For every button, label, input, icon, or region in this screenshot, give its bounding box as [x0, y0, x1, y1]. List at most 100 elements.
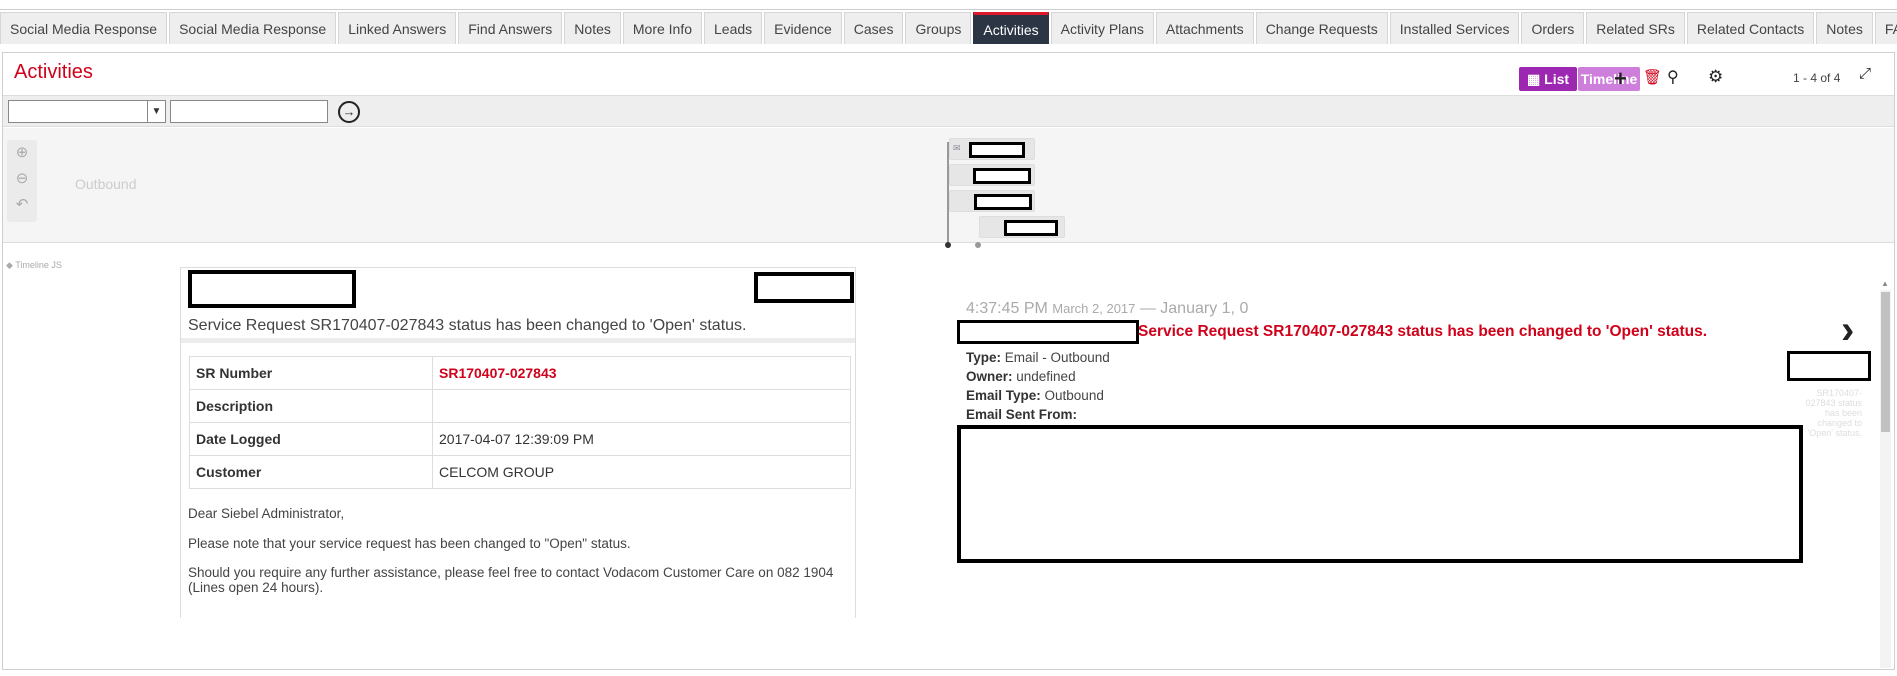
tab-change-requests[interactable]: Change Requests [1255, 12, 1388, 44]
tab-faqs[interactable]: FAQs [1874, 12, 1897, 44]
timeline-view-button[interactable]: Timeline [1578, 67, 1640, 91]
query-value-input[interactable] [170, 100, 328, 123]
event-owner-row: Owner: undefined [966, 369, 1076, 384]
email-subject: Service Request SR170407-027843 status h… [188, 317, 747, 334]
tab-social-media-response[interactable]: Social Media Response [169, 12, 337, 44]
sr-number-label: SR Number [189, 356, 433, 390]
query-bar: ▼ → [3, 95, 1894, 127]
timeline-navigation: ⊕ ⊖ ↶ Outbound ✉ [3, 128, 1894, 248]
sr-details-table: SR Number SR170407-027843 Description Da… [189, 356, 851, 489]
redacted-marker-title [1004, 220, 1058, 236]
timeline-js-credit: ◆ Timeline JS [6, 260, 62, 270]
zoom-controls: ⊕ ⊖ ↶ [7, 140, 37, 222]
timeline-marker[interactable] [949, 190, 1035, 212]
tab-notes[interactable]: Notes [564, 12, 621, 44]
tab-activities[interactable]: Activities [973, 12, 1049, 44]
tab-attachments[interactable]: Attachments [1155, 12, 1254, 44]
event-owner-label: Owner: [966, 369, 1013, 384]
redacted-marker-title [973, 168, 1031, 184]
date-logged-value: 2017-04-07 12:39:09 PM [432, 422, 851, 456]
redacted-marker-title [969, 142, 1025, 158]
redacted-marker-title [974, 194, 1032, 210]
event-time: 4:37:45 PM [966, 300, 1048, 317]
event-range-end: — January 1, 0 [1135, 300, 1249, 317]
tab-orders[interactable]: Orders [1521, 12, 1585, 44]
timeline-dot [975, 242, 981, 248]
timeline-marker[interactable]: ✉ [949, 138, 1035, 160]
redacted-event-sender [957, 320, 1139, 344]
back-icon[interactable]: ↶ [7, 192, 37, 218]
event-owner-value: undefined [1012, 369, 1076, 384]
list-view-button[interactable]: ▦ List [1519, 67, 1577, 91]
chevron-down-icon[interactable]: ▼ [147, 101, 165, 122]
description-label: Description [189, 389, 433, 423]
event-email-sent-from-row: Email Sent From: [966, 407, 1077, 422]
tab-installed-services[interactable]: Installed Services [1389, 12, 1520, 44]
email-activity-card: Service Request SR170407-027843 status h… [180, 267, 856, 618]
event-email-type-label: Email Type: [966, 388, 1041, 403]
scrollbar[interactable] [1880, 290, 1891, 668]
delete-icon[interactable]: 🗑 [1643, 68, 1662, 86]
timeline-marker[interactable] [979, 216, 1065, 238]
event-email-type-value: Outbound [1040, 388, 1104, 403]
tab-leads[interactable]: Leads [704, 12, 763, 44]
date-logged-label: Date Logged [189, 422, 433, 456]
list-view-label: List [1544, 71, 1570, 87]
tab-linked-answers[interactable]: Linked Answers [338, 12, 457, 44]
table-row: Description [189, 389, 851, 423]
go-arrow-icon[interactable]: → [338, 101, 360, 123]
query-field-select[interactable]: ▼ [8, 100, 166, 123]
event-title: Service Request SR170407-027843 status h… [1138, 323, 1708, 340]
tab-social-media-response[interactable]: Social Media Response [0, 12, 168, 44]
chevron-right-icon[interactable]: › [1841, 310, 1854, 350]
expand-icon[interactable]: ⤢ [1859, 65, 1871, 82]
email-body-line: Please note that your service request ha… [188, 536, 631, 551]
description-value [432, 389, 851, 423]
divider [181, 338, 855, 343]
redacted-email-body [957, 425, 1803, 563]
gear-icon[interactable]: ⚙ [1708, 67, 1723, 87]
email-body-line: Should you require any further assistanc… [188, 565, 834, 595]
table-row: Customer CELCOM GROUP [189, 455, 851, 489]
customer-label: Customer [189, 455, 433, 489]
applet-title: Activities [14, 61, 93, 83]
top-strip [0, 0, 1897, 10]
scrollbar-thumb[interactable] [1881, 292, 1890, 432]
timeline-marker[interactable] [949, 164, 1035, 186]
grid-icon: ▦ [1526, 70, 1541, 87]
tab-cases[interactable]: Cases [843, 12, 904, 44]
tab-find-answers[interactable]: Find Answers [458, 12, 563, 44]
tab-evidence[interactable]: Evidence [764, 12, 842, 44]
event-datetime: 4:37:45 PM March 2, 2017 — January 1, 0 [966, 300, 1248, 318]
search-icon[interactable]: ⚲ [1667, 67, 1679, 87]
redacted-logo-block [754, 272, 854, 303]
tab-related-contacts[interactable]: Related Contacts [1686, 12, 1815, 44]
table-row: Date Logged 2017-04-07 12:39:09 PM [189, 422, 851, 456]
event-date: March 2, 2017 [1052, 301, 1136, 316]
redacted-sender-block [188, 270, 356, 308]
zoom-out-icon[interactable]: ⊖ [7, 166, 37, 192]
next-event-caption: SR170407-027843 status has been changed … [1805, 388, 1862, 438]
sr-number-link[interactable]: SR170407-027843 [432, 356, 851, 390]
event-email-type-row: Email Type: Outbound [966, 388, 1104, 403]
tab-notes[interactable]: Notes [1816, 12, 1873, 44]
table-row: SR Number SR170407-027843 [189, 356, 851, 390]
view-tabs: Social Media Response Social Media Respon… [0, 12, 1897, 44]
event-email-sent-from-label: Email Sent From: [966, 407, 1078, 422]
tab-groups[interactable]: Groups [905, 12, 972, 44]
tab-more-info[interactable]: More Info [622, 12, 703, 44]
tab-activity-plans[interactable]: Activity Plans [1050, 12, 1154, 44]
customer-value: CELCOM GROUP [432, 455, 851, 489]
email-greeting: Dear Siebel Administrator, [188, 506, 345, 521]
event-type-row: Type: Email - Outbound [966, 350, 1110, 365]
timeline-group-label: Outbound [75, 176, 137, 192]
tab-related-srs[interactable]: Related SRs [1586, 12, 1685, 44]
scroll-up-icon[interactable]: ▲ [1881, 279, 1889, 288]
event-type-label: Type: [966, 350, 1002, 365]
add-icon[interactable]: + [1614, 66, 1627, 92]
redacted-next-title [1787, 351, 1871, 381]
email-icon: ✉ [953, 143, 961, 153]
zoom-in-icon[interactable]: ⊕ [7, 140, 37, 166]
event-type-value: Email - Outbound [1001, 350, 1110, 365]
record-count: 1 - 4 of 4 [1793, 71, 1841, 85]
